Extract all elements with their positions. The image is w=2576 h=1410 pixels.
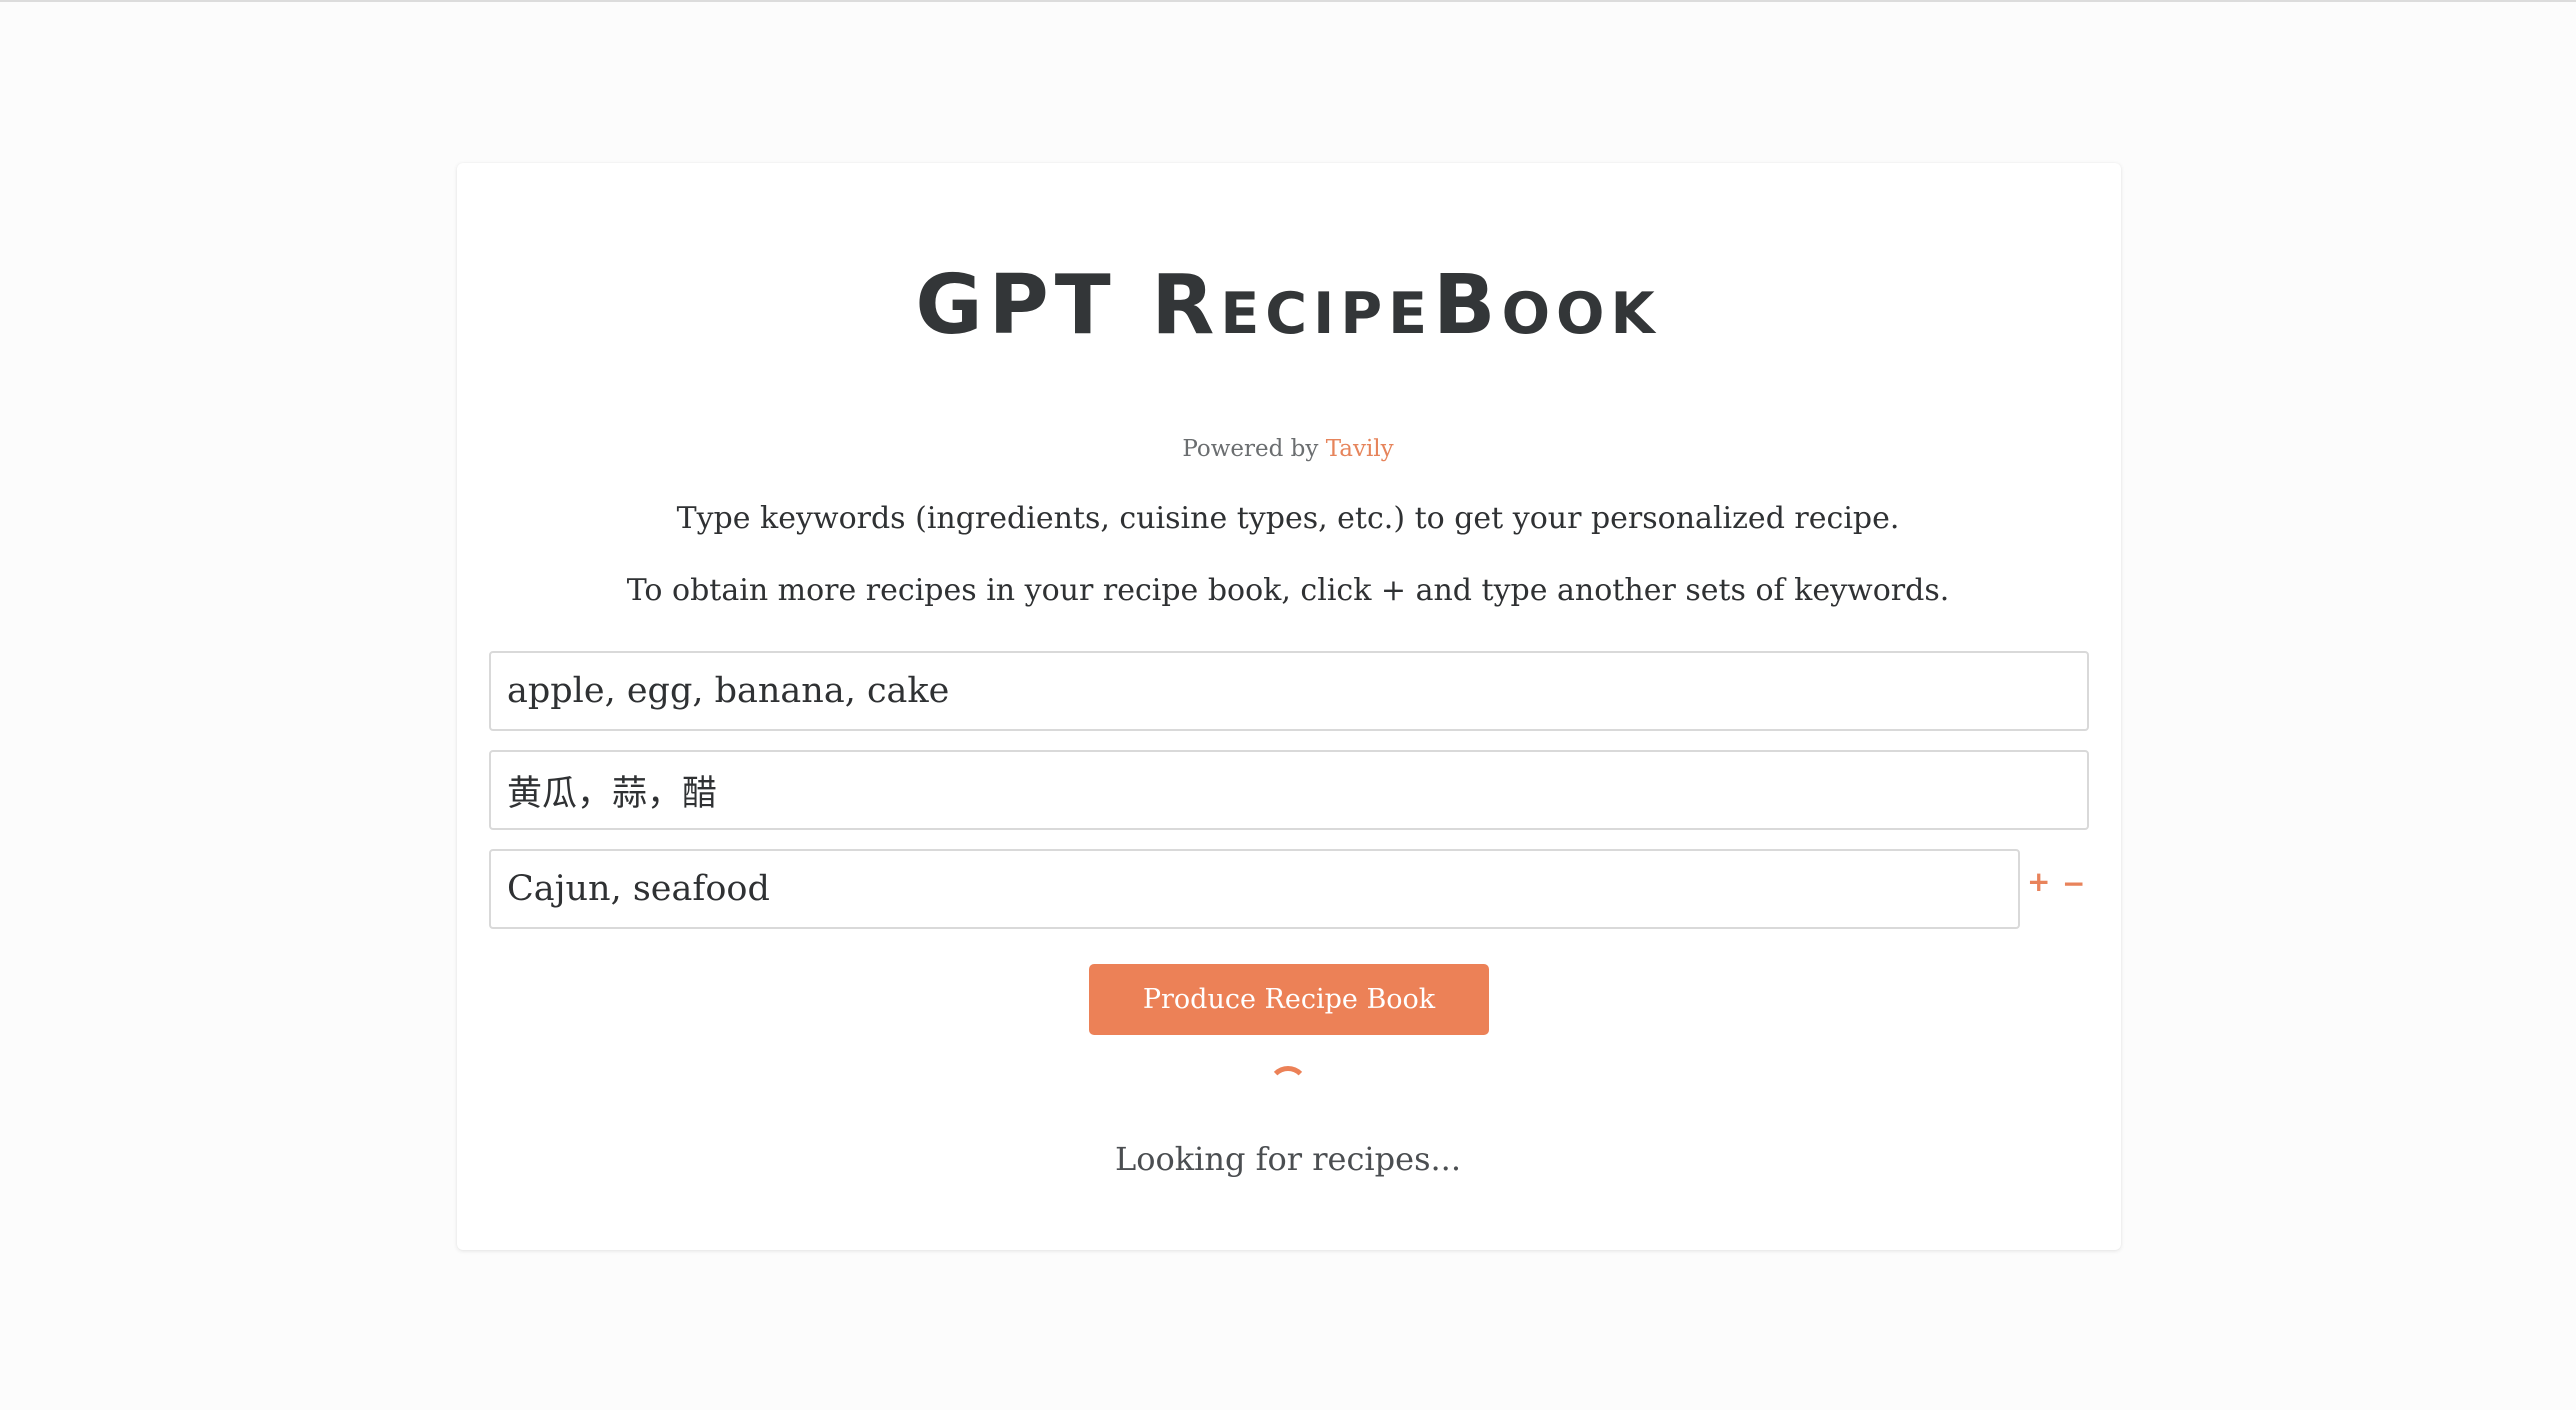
remove-keyword-button[interactable]: − [2062,870,2085,898]
instruction-line-2: To obtain more recipes in your recipe bo… [626,573,1950,608]
add-keyword-button[interactable]: + [2027,868,2050,896]
keyword-input-2[interactable] [489,750,2089,830]
top-border [0,0,2576,2]
instruction-line-1: Type keywords (ingredients, cuisine type… [676,501,1900,536]
keyword-input-1[interactable] [489,651,2089,731]
produce-recipe-book-button[interactable]: Produce Recipe Book [1089,964,1489,1035]
loading-status: Looking for recipes... [1115,1140,1461,1178]
powered-by: Powered by Tavily [0,436,2576,462]
powered-prefix: Powered by [1182,436,1319,462]
loading-spinner-icon [1268,1066,1308,1106]
keyword-input-3[interactable] [489,849,2020,929]
page-title: GPT RecipeBook [915,258,1661,353]
tavily-link[interactable]: Tavily [1326,436,1394,462]
